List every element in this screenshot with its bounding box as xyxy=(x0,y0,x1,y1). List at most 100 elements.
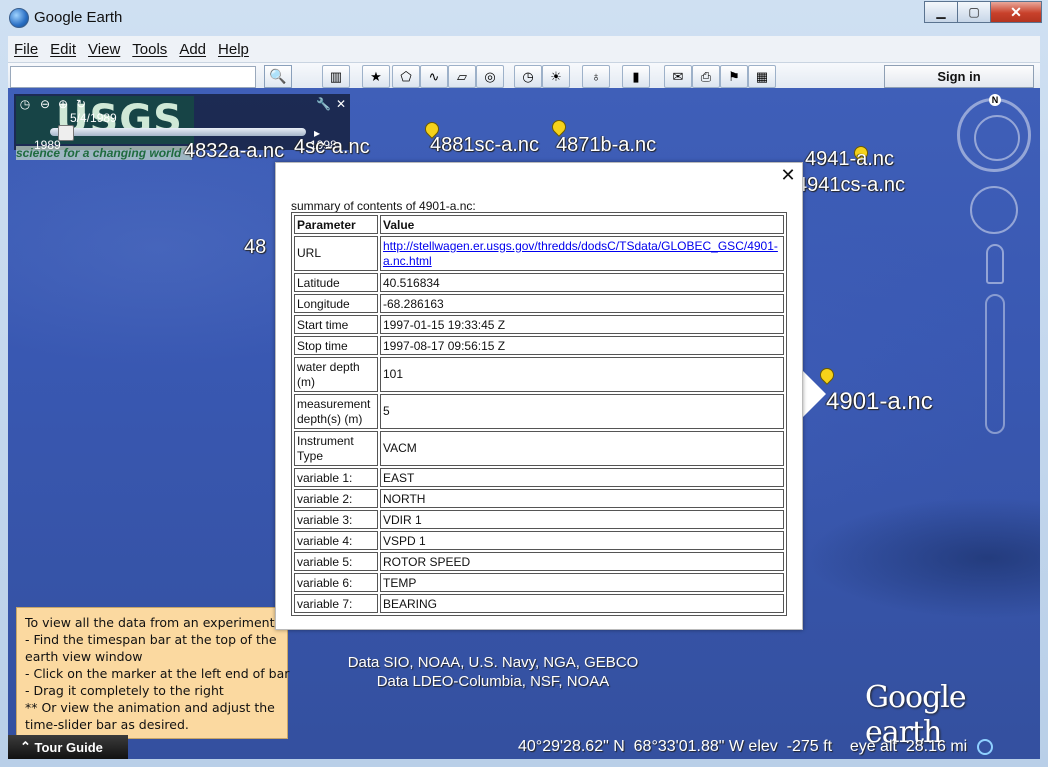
title-bar[interactable]: Google Earth ▁ ▢ ✕ xyxy=(0,0,1048,34)
sunlight-icon[interactable]: ☀ xyxy=(542,65,570,88)
street-view-pegman-icon[interactable] xyxy=(986,244,1004,284)
add-polygon-icon[interactable]: ⬠ xyxy=(392,65,420,88)
attribution-line-2: Data LDEO-Columbia, NSF, NOAA xyxy=(376,673,610,690)
maximize-button[interactable]: ▢ xyxy=(957,1,990,23)
time-slider-track[interactable] xyxy=(50,128,306,136)
print-icon[interactable]: ⎙ xyxy=(692,65,720,88)
param-name: variable 5: xyxy=(294,552,378,571)
placemark-label[interactable]: 4941cs-a.nc xyxy=(796,174,905,197)
email-icon[interactable]: ✉ xyxy=(664,65,692,88)
table-row: variable 4: VSPD 1 xyxy=(294,531,784,550)
param-name: variable 2: xyxy=(294,489,378,508)
menu-help[interactable]: Help xyxy=(212,41,255,58)
table-row: Stop time 1997-08-17 09:56:15 Z xyxy=(294,336,784,355)
close-slider-icon[interactable]: ✕ xyxy=(334,97,348,111)
search-input[interactable] xyxy=(10,66,256,88)
info-balloon: ✕ summary of contents of 4901-a.nc: Para… xyxy=(275,162,803,630)
table-row: variable 6: TEMP xyxy=(294,573,784,592)
google-earth-app-icon xyxy=(9,8,29,28)
param-name: Longitude xyxy=(294,294,378,313)
view-in-maps-icon[interactable]: ⚑ xyxy=(720,65,748,88)
param-name: variable 1: xyxy=(294,468,378,487)
param-value: http://stellwagen.er.usgs.gov/thredds/do… xyxy=(380,236,784,271)
sign-in-button[interactable]: Sign in xyxy=(884,65,1034,88)
earth-view[interactable]: USGS science for a changing world ◷ ⊖ ⊕ … xyxy=(8,88,1040,759)
menu-view[interactable]: View xyxy=(82,41,126,58)
table-header: Parameter xyxy=(294,215,378,234)
clock-icon[interactable]: ◷ xyxy=(18,97,32,111)
placemark-label[interactable]: 48 xyxy=(244,236,266,259)
help-note-line: - Drag it completely to the right xyxy=(25,683,224,698)
param-value: -68.286163 xyxy=(380,294,784,313)
time-slider-date: 5/4/1989 xyxy=(70,111,117,125)
wrench-icon[interactable]: 🔧 xyxy=(316,97,331,111)
table-row: Longitude -68.286163 xyxy=(294,294,784,313)
add-image-overlay-icon[interactable]: ▱ xyxy=(448,65,476,88)
param-value: EAST xyxy=(380,468,784,487)
menu-file[interactable]: File xyxy=(8,41,44,58)
tour-guide-button[interactable]: ⌃ Tour Guide xyxy=(8,735,128,759)
north-indicator-icon[interactable]: N xyxy=(989,94,1001,106)
window-controls: ▁ ▢ ✕ xyxy=(924,1,1042,23)
menu-edit[interactable]: Edit xyxy=(44,41,82,58)
close-icon[interactable]: ✕ xyxy=(778,165,798,185)
zoom-slider[interactable] xyxy=(985,294,1005,434)
sidebar-toggle-icon[interactable]: ▥ xyxy=(322,65,350,88)
placemark-label[interactable]: 4832a-a.nc xyxy=(184,140,284,163)
param-value: VSPD 1 xyxy=(380,531,784,550)
table-row: variable 5: ROTOR SPEED xyxy=(294,552,784,571)
param-value: VACM xyxy=(380,431,784,466)
param-name: measurement depth(s) (m) xyxy=(294,394,378,429)
historical-imagery-icon[interactable]: ◷ xyxy=(514,65,542,88)
param-name: variable 4: xyxy=(294,531,378,550)
look-joystick[interactable] xyxy=(970,186,1018,234)
param-name: variable 7: xyxy=(294,594,378,613)
compass-inner[interactable] xyxy=(974,115,1020,161)
close-button[interactable]: ✕ xyxy=(990,1,1042,23)
status-bar: 40°29'28.62" N 68°33'01.88" W elev -275 … xyxy=(518,736,1040,758)
save-image-icon[interactable]: ▦ xyxy=(748,65,776,88)
balloon-summary: summary of contents of 4901-a.nc: xyxy=(291,199,476,213)
compass-ring[interactable] xyxy=(957,98,1031,172)
replay-icon[interactable]: ↻ xyxy=(74,97,88,111)
param-name: URL xyxy=(294,236,378,271)
search-icon[interactable]: 🔍 xyxy=(264,65,292,88)
data-url-link[interactable]: http://stellwagen.er.usgs.gov/thredds/do… xyxy=(383,239,778,268)
placemark-label[interactable]: 4881sc-a.nc xyxy=(430,134,539,157)
placemark-label[interactable]: 4941-a.nc xyxy=(805,148,894,171)
minimize-button[interactable]: ▁ xyxy=(924,1,957,23)
status-elev-label: elev xyxy=(748,738,778,755)
window-title: Google Earth xyxy=(34,9,123,26)
add-path-icon[interactable]: ∿ xyxy=(420,65,448,88)
param-name: variable 3: xyxy=(294,510,378,529)
status-longitude: 68°33'01.88" W xyxy=(633,738,744,755)
streaming-status-icon xyxy=(977,739,994,755)
table-row: Instrument Type VACM xyxy=(294,431,784,466)
planets-icon[interactable]: ♁ xyxy=(582,65,610,88)
zoom-out-time-icon[interactable]: ⊖ xyxy=(38,97,52,111)
record-tour-icon[interactable]: ◎ xyxy=(476,65,504,88)
placemark-label[interactable]: 4sc-a.nc xyxy=(294,136,370,159)
help-note: To view all the data from an experiment:… xyxy=(16,607,289,739)
menu-add[interactable]: Add xyxy=(173,41,212,58)
param-name: water depth (m) xyxy=(294,357,378,392)
help-note-line: ** Or view the animation and adjust the xyxy=(25,700,275,715)
placemark-label-4901[interactable]: 4901-a.nc xyxy=(826,388,933,416)
balloon-tail xyxy=(800,368,826,420)
status-latitude: 40°29'28.62" N xyxy=(518,738,625,755)
chevron-up-icon: ⌃ xyxy=(20,739,35,754)
navigation-controls: N xyxy=(957,94,1033,438)
add-placemark-icon[interactable]: ★ xyxy=(362,65,390,88)
param-name: variable 6: xyxy=(294,573,378,592)
help-note-line: earth view window xyxy=(25,649,143,664)
placemark-label[interactable]: 4871b-a.nc xyxy=(556,134,656,157)
table-row: Latitude 40.516834 xyxy=(294,273,784,292)
help-note-line: time-slider bar as desired. xyxy=(25,717,189,732)
param-value: VDIR 1 xyxy=(380,510,784,529)
param-value: 1997-01-15 19:33:45 Z xyxy=(380,315,784,334)
zoom-in-time-icon[interactable]: ⊕ xyxy=(56,97,70,111)
param-name: Latitude xyxy=(294,273,378,292)
status-elevation: -275 ft xyxy=(786,738,833,755)
ruler-icon[interactable]: ▮ xyxy=(622,65,650,88)
menu-tools[interactable]: Tools xyxy=(126,41,173,58)
